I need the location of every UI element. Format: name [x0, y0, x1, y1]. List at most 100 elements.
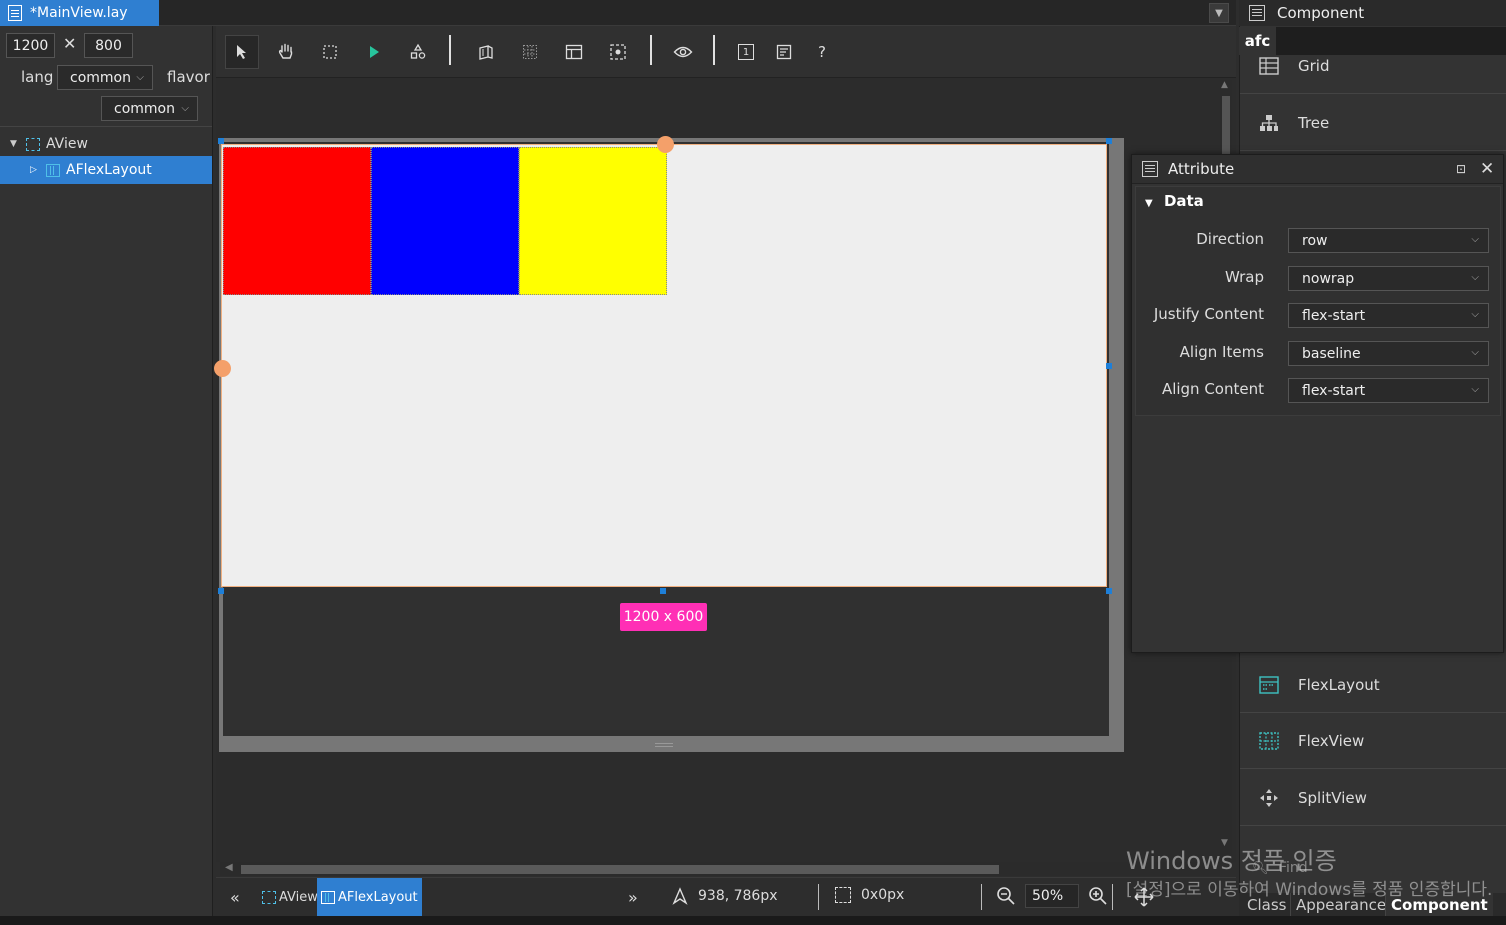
breadcrumb-label: AFlexLayout [338, 889, 418, 905]
breadcrumb-aview[interactable]: AView [258, 878, 322, 916]
toolbar-divider [650, 35, 652, 65]
lang-label: lang [21, 68, 54, 86]
selection-size-icon [835, 887, 851, 903]
blue-box[interactable] [371, 147, 519, 295]
tabs-dropdown-button[interactable]: ▼ [1209, 3, 1229, 23]
chevron-double-left-icon[interactable]: « [230, 888, 240, 907]
times-symbol: ✕ [63, 34, 77, 53]
lang-select[interactable]: common ⌵ [57, 65, 153, 90]
component-item-flexview[interactable]: FlexView [1240, 713, 1506, 769]
grid-dots-icon [523, 45, 537, 59]
component-item-splitview[interactable]: SplitView [1240, 770, 1506, 826]
width-input[interactable]: 1200 [6, 33, 55, 58]
height-input[interactable]: 800 [84, 33, 133, 58]
left-panel: 1200 ✕ 800 lang common ⌵ flavor common ⌵… [0, 26, 213, 916]
direction-select[interactable]: row ⌵ [1288, 228, 1489, 253]
breadcrumb-aflexlayout[interactable]: AFlexLayout [317, 878, 422, 916]
wrap-select[interactable]: nowrap ⌵ [1288, 266, 1489, 291]
layers-icon [479, 45, 493, 60]
tree-item-aflexlayout[interactable]: ▷ AFlexLayout [0, 156, 212, 184]
file-tab-label: *MainView.lay [30, 5, 128, 21]
component-item-flexlayout[interactable]: FlexLayout [1240, 657, 1506, 713]
grid-icon [1258, 56, 1280, 76]
resize-handle-top-right[interactable] [1106, 138, 1112, 144]
file-tab-mainview[interactable]: *MainView.lay [0, 0, 159, 26]
run-button[interactable] [357, 35, 391, 69]
editor-toolbar: 1 ? [216, 26, 1236, 78]
vertical-scrollbar-thumb[interactable] [1222, 96, 1230, 160]
anchor-knob-top[interactable] [657, 136, 674, 153]
status-bar: « AView AFlexLayout » 938, 786px 0x0px [216, 877, 1236, 916]
align-items-label: Align Items [1179, 343, 1264, 361]
statusbar-divider [981, 884, 982, 910]
toolbar-divider [713, 35, 715, 65]
file-tab-bar [0, 0, 1236, 26]
layout-panel-button[interactable] [557, 35, 591, 69]
shapes-icon [410, 43, 426, 59]
component-panel-title: Component [1277, 4, 1365, 22]
fit-screen-button[interactable] [601, 35, 635, 69]
chevron-down-icon: ⌵ [181, 103, 189, 114]
component-item-label: SplitView [1298, 788, 1367, 807]
zoom-level-input[interactable]: 50% [1025, 884, 1079, 908]
chevron-down-icon: ⌵ [1471, 347, 1479, 358]
expand-triangle-icon[interactable]: ▼ [10, 139, 22, 149]
data-section-header[interactable]: ▼ Data [1145, 192, 1204, 210]
resize-grip-icon[interactable] [655, 743, 673, 747]
flexlayout-icon [1258, 675, 1280, 695]
component-item-label: Tree [1298, 113, 1330, 132]
layers-button[interactable] [469, 35, 503, 69]
zoom-out-button[interactable] [996, 886, 1016, 906]
component-item-grid[interactable]: Grid [1240, 38, 1506, 94]
tree-item-aview[interactable]: ▼ AView [0, 130, 212, 158]
align-items-value: baseline [1302, 345, 1361, 362]
dock-icon[interactable]: ⊡ [1456, 162, 1466, 176]
align-content-label: Align Content [1161, 380, 1264, 398]
direction-label: Direction [1196, 230, 1264, 248]
close-icon[interactable]: ✕ [1480, 159, 1494, 179]
component-item-tree[interactable]: Tree [1240, 95, 1506, 151]
components-button[interactable] [401, 35, 435, 69]
toolbar-divider [449, 35, 451, 65]
anchor-knob-left[interactable] [214, 360, 231, 377]
red-box[interactable] [223, 147, 371, 295]
horizontal-scrollbar-thumb[interactable] [241, 865, 999, 874]
resize-handle-right[interactable] [1106, 363, 1112, 369]
justify-content-value: flex-start [1302, 307, 1366, 324]
aflexlayout-component[interactable] [221, 144, 1107, 587]
resize-handle-bottom-left[interactable] [218, 588, 224, 594]
align-items-select[interactable]: baseline ⌵ [1288, 341, 1489, 366]
align-content-select[interactable]: flex-start ⌵ [1288, 378, 1489, 403]
grid-toggle-button[interactable] [513, 35, 547, 69]
chevron-down-icon: ⌵ [1471, 309, 1479, 320]
attribute-panel-header[interactable]: Attribute [1132, 155, 1503, 184]
zoom-out-icon [997, 887, 1015, 905]
properties-button[interactable] [767, 35, 801, 69]
scroll-left-icon[interactable]: ◀ [225, 862, 233, 873]
preview-button[interactable] [666, 35, 700, 69]
zoom-in-icon [1089, 887, 1107, 905]
zoom-in-button[interactable] [1088, 886, 1108, 906]
resize-handle-bottom[interactable] [660, 588, 666, 594]
resize-handle-bottom-right[interactable] [1106, 588, 1112, 594]
tree-icon [1258, 113, 1280, 133]
marquee-select-button[interactable] [313, 35, 347, 69]
resize-handle-top-left[interactable] [218, 138, 224, 144]
flavor-label: flavor [167, 68, 210, 86]
pan-tool-button[interactable] [269, 35, 303, 69]
chevron-double-right-icon[interactable]: » [628, 888, 638, 907]
splitview-icon [1258, 788, 1280, 808]
page-number-button[interactable]: 1 [729, 35, 763, 69]
flexlayout-icon [46, 163, 60, 177]
select-tool-button[interactable] [225, 35, 259, 69]
align-content-value: flex-start [1302, 382, 1366, 399]
flavor-select[interactable]: common ⌵ [101, 96, 198, 121]
collapse-triangle-icon[interactable]: ▷ [30, 165, 42, 175]
justify-content-select[interactable]: flex-start ⌵ [1288, 303, 1489, 328]
justify-content-label: Justify Content [1153, 305, 1264, 323]
yellow-box[interactable] [519, 147, 667, 295]
layout-icon [565, 44, 583, 60]
scroll-up-icon[interactable]: ▲ [1221, 80, 1228, 90]
statusbar-divider [1112, 884, 1113, 910]
help-button[interactable]: ? [805, 35, 839, 69]
